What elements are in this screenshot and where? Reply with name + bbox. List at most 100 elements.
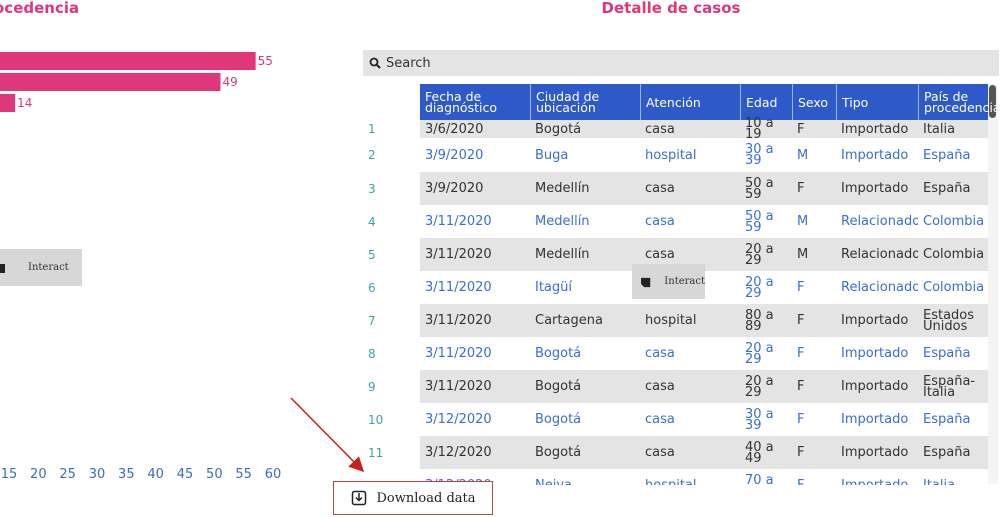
table-row[interactable]: 7 3/11/2020 Cartagena hospital 80 a 89 F Impor… <box>363 304 988 337</box>
cell-atencion: casa <box>640 172 740 205</box>
table-header: Fecha de diagnóstico Ciudad de ubicación A… <box>420 84 1001 120</box>
interact-overlay-table[interactable]: Interact <box>632 264 705 299</box>
cell-tipo: Importado <box>836 337 918 370</box>
table-row[interactable]: 4 3/11/2020 Medellín casa 50 a 59 M Relacionad… <box>363 205 988 238</box>
search-input[interactable]: Search <box>363 50 999 76</box>
cell-sexo: F <box>792 337 836 370</box>
cell-pais: España <box>918 337 988 370</box>
cell-tipo: Importado <box>836 403 918 436</box>
column-header[interactable]: País de procedencia <box>918 84 1001 120</box>
chart-title: ocedencia <box>0 0 80 17</box>
cell-pais: España <box>918 172 988 205</box>
table-row[interactable]: 10 3/12/2020 Bogotá casa 30 a 39 F Importado Es… <box>363 403 988 436</box>
cell-edad: 20 a 29 <box>740 238 792 271</box>
column-header[interactable]: Edad <box>740 84 792 120</box>
cell-tipo: Importado <box>836 120 918 138</box>
cell-fecha: 3/12/2020 <box>420 403 530 436</box>
bar-value-label: 14 <box>17 96 32 110</box>
cell-edad: 80 a 89 <box>740 304 792 337</box>
cell-edad: 50 a 59 <box>740 205 792 238</box>
cell-ciudad: Cartagena <box>530 304 640 337</box>
bar-value-label: 55 <box>258 54 273 68</box>
cell-ciudad: Itagüí <box>530 271 640 304</box>
cell-fecha: 3/11/2020 <box>420 370 530 403</box>
x-tick-label: 45 <box>176 467 194 482</box>
cell-atencion: casa <box>640 337 740 370</box>
cell-tipo: Importado <box>836 370 918 403</box>
row-index: 3 <box>368 181 376 196</box>
cell-fecha: 3/11/2020 <box>420 205 530 238</box>
x-tick-label: 25 <box>59 467 76 482</box>
cell-pais: Colombia <box>918 205 988 238</box>
cell-edad: 50 a 59 <box>740 172 792 205</box>
download-label: Download data <box>376 490 476 506</box>
cell-fecha: 3/11/2020 <box>420 337 530 370</box>
table-row[interactable]: 1 3/6/2020 Bogotá casa 10 a 19 F Importado Ital… <box>363 117 988 141</box>
cell-sexo: F <box>792 271 836 304</box>
bar-3 <box>0 94 16 112</box>
row-index: 9 <box>368 379 376 394</box>
column-header[interactable]: Sexo <box>792 84 836 120</box>
search-label: Search <box>386 55 431 71</box>
cell-ciudad: Buga <box>530 138 640 172</box>
hand-pointer-icon <box>0 263 5 273</box>
interact-overlay-left[interactable]: Interact <box>0 249 82 286</box>
bar-value-label: 49 <box>222 75 237 89</box>
cell-tipo: Importado <box>836 172 918 205</box>
cell-edad: 20 a 29 <box>740 271 792 304</box>
x-tick-label: 35 <box>118 467 135 482</box>
cell-tipo: Importado <box>836 304 918 337</box>
row-index: 5 <box>368 247 376 262</box>
bar-2 <box>0 73 221 91</box>
cell-edad: 40 a 49 <box>740 436 792 469</box>
download-icon <box>351 490 366 506</box>
row-index: 6 <box>368 280 376 295</box>
cell-pais: España <box>918 138 988 172</box>
row-index: 7 <box>368 313 376 328</box>
cell-sexo: F <box>792 436 836 469</box>
cell-edad: 30 a 39 <box>740 138 792 172</box>
bar-1 <box>0 52 256 70</box>
cell-fecha: 3/11/2020 <box>420 238 530 271</box>
cell-sexo: F <box>792 172 836 205</box>
cell-fecha: 3/12/2020 <box>420 436 530 469</box>
cell-fecha: 3/9/2020 <box>420 172 530 205</box>
cell-ciudad: Medellín <box>530 238 640 271</box>
cell-ciudad: Bogotá <box>530 436 640 469</box>
column-header[interactable]: Fecha de diagnóstico <box>420 84 530 120</box>
hand-pointer-icon <box>641 277 651 287</box>
column-header[interactable]: Atención <box>640 84 740 120</box>
column-header[interactable]: Ciudad de ubicación <box>530 84 640 120</box>
cell-pais: Colombia <box>918 271 988 304</box>
table-row[interactable]: 3 3/9/2020 Medellín casa 50 a 59 F Importado Es… <box>363 172 988 205</box>
cell-sexo: M <box>792 205 836 238</box>
row-index: 10 <box>368 412 384 427</box>
x-tick-label: 40 <box>147 467 164 482</box>
cell-atencion: casa <box>640 436 740 469</box>
x-tick-label: 30 <box>88 467 106 482</box>
cell-edad: 30 a 39 <box>740 403 792 436</box>
table-row[interactable]: 11 3/12/2020 Bogotá casa 40 a 49 F Importado Es… <box>363 436 988 469</box>
table-row[interactable]: 8 3/11/2020 Bogotá casa 20 a 29 F Importado Esp… <box>363 337 988 370</box>
cell-tipo: Relacionado <box>836 205 920 238</box>
cell-ciudad: Medellín <box>530 205 640 238</box>
cell-ciudad: Bogotá <box>530 120 640 138</box>
table-row[interactable]: 9 3/11/2020 Bogotá casa 20 a 29 F Importado Esp… <box>363 370 988 403</box>
table-scrollbar-track[interactable] <box>988 84 998 484</box>
table-row[interactable]: 2 3/9/2020 Buga hospital 30 a 39 M Importado Es… <box>363 138 988 172</box>
cell-fecha: 3/11/2020 <box>420 304 530 337</box>
row-index: 1 <box>368 122 376 136</box>
cell-tipo: Importado <box>836 436 918 469</box>
cell-edad: 10 a 19 <box>740 117 792 141</box>
row-index: 8 <box>368 346 376 361</box>
cell-atencion: hospital <box>640 304 740 337</box>
row-index: 2 <box>368 148 376 162</box>
bar-chart: 55 49 14 <box>0 52 273 112</box>
table-title: Detalle de casos <box>601 0 741 17</box>
x-tick-label: 60 <box>264 467 282 482</box>
interact-label: Interact <box>664 276 705 287</box>
cell-tipo: Relacionado <box>836 271 920 304</box>
download-data-button[interactable]: Download data <box>333 481 493 515</box>
cell-sexo: F <box>792 403 836 436</box>
column-header[interactable]: Tipo <box>836 84 918 120</box>
